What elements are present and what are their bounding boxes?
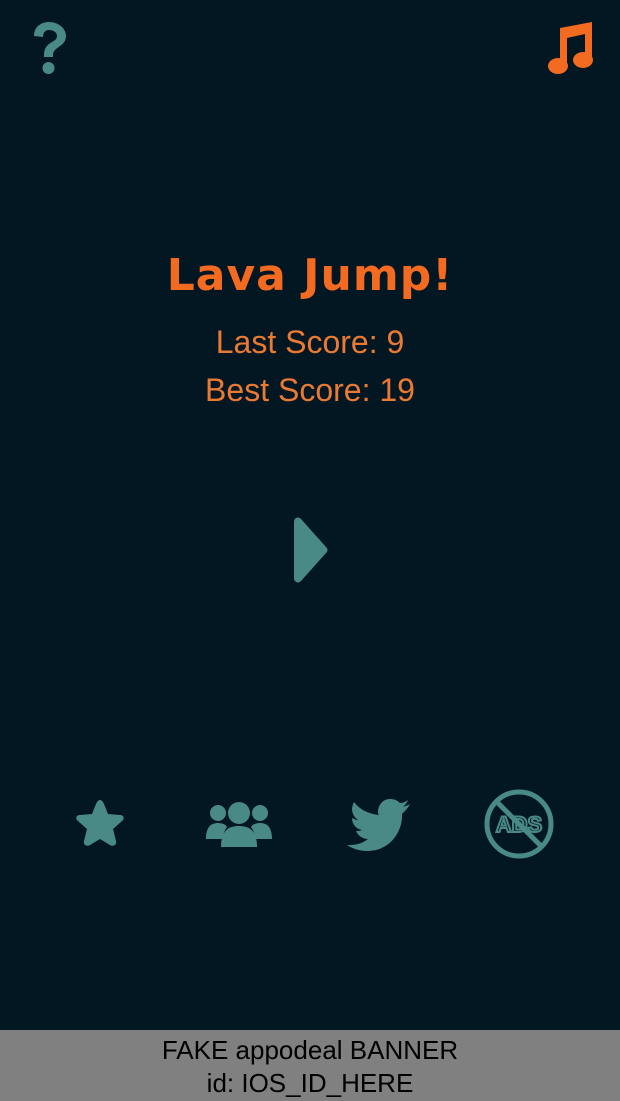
group-icon [206, 802, 272, 847]
last-score-label: Last Score: 9 [215, 324, 405, 360]
rate-button[interactable] [62, 786, 138, 862]
twitter-button[interactable] [341, 786, 417, 862]
game-title: Lava Jump! [166, 250, 454, 301]
star-icon [76, 800, 124, 846]
ad-banner[interactable]: FAKE appodeal BANNER id: IOS_ID_HERE [0, 1030, 620, 1101]
question-mark-icon [34, 22, 66, 74]
play-icon [294, 517, 328, 583]
no-ads-button[interactable]: ADS [481, 786, 557, 862]
play-button[interactable] [280, 510, 340, 590]
best-score-label: Best Score: 19 [205, 372, 415, 408]
music-button[interactable] [546, 20, 598, 78]
friends-button[interactable] [201, 786, 277, 862]
banner-id: id: IOS_ID_HERE [206, 1068, 414, 1098]
music-note-icon [548, 22, 593, 74]
twitter-bird-icon [347, 799, 410, 851]
help-button[interactable] [26, 20, 72, 78]
no-ads-icon: ADS [484, 789, 554, 859]
banner-title: FAKE appodeal BANNER [161, 1035, 459, 1065]
